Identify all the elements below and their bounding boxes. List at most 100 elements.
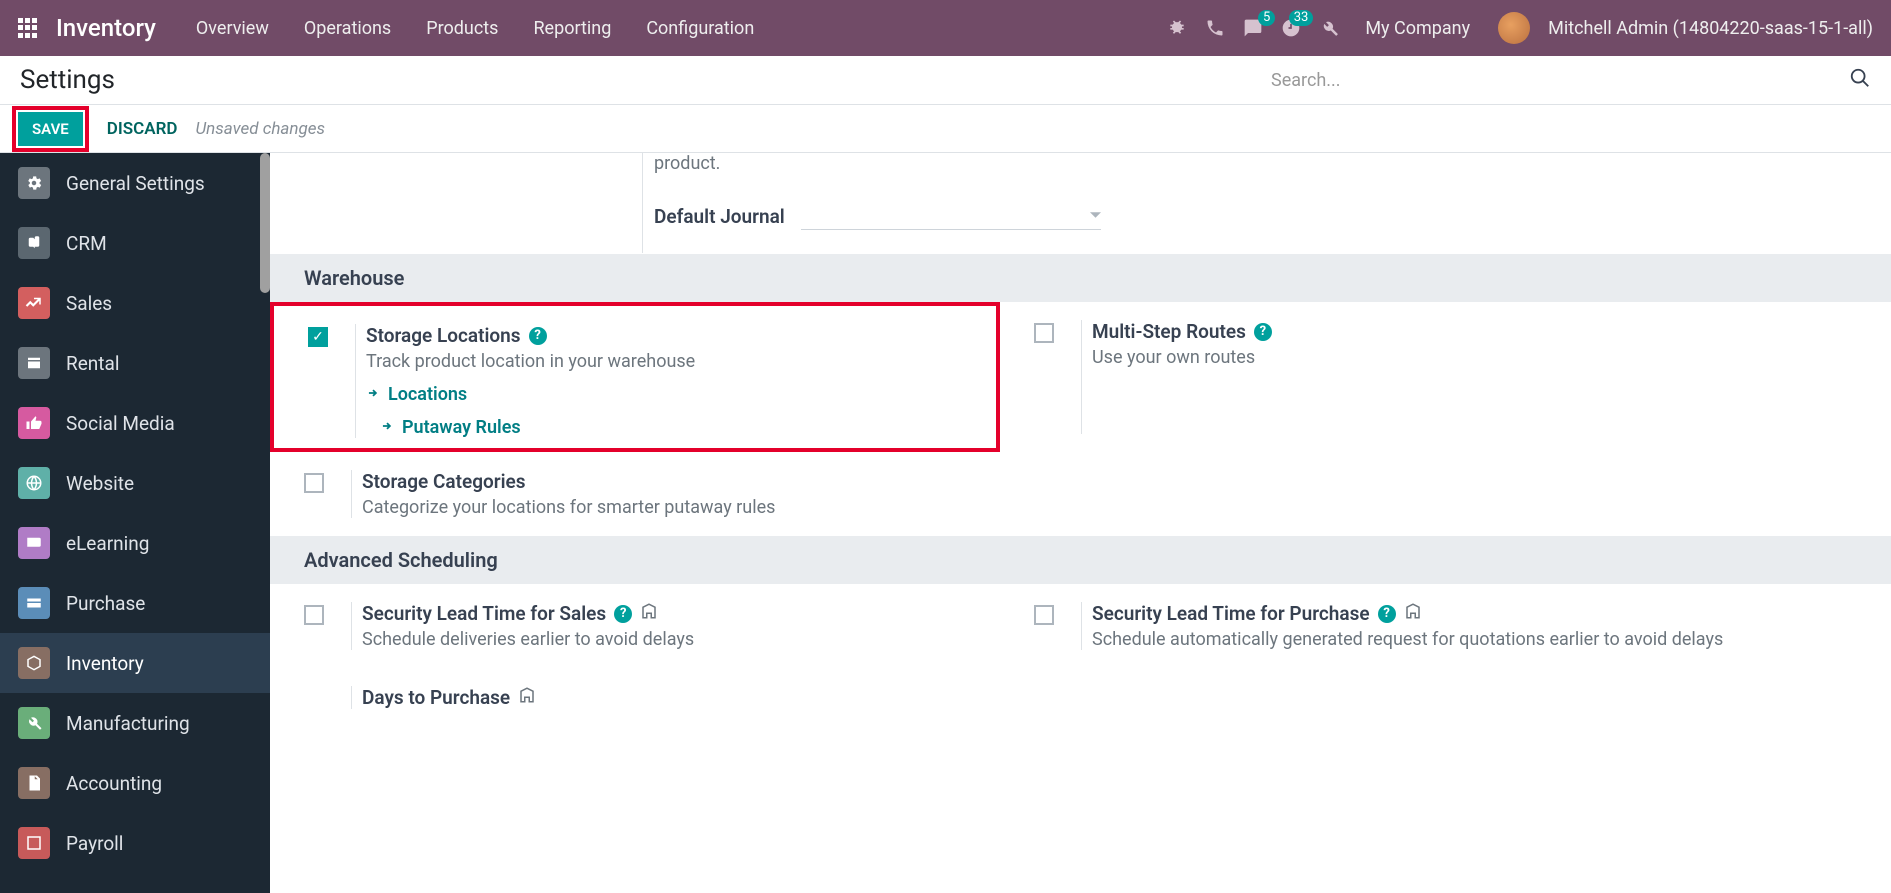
avatar[interactable] [1498,12,1530,44]
settings-sidebar: ▲ General Settings CRM Sales Rental Soci… [0,153,270,893]
setting-days-to-purchase: Days to Purchase [270,668,1000,727]
activities-badge: 33 [1289,10,1314,26]
sidebar-item-purchase[interactable]: Purchase [0,573,270,633]
sidebar-item-label: Website [66,472,134,495]
sidebar-item-inventory[interactable]: Inventory [0,633,270,693]
sidebar-item-manufacturing[interactable]: Manufacturing [0,693,270,753]
sidebar-item-label: Sales [66,292,112,315]
activities-icon[interactable]: 33 [1281,18,1301,38]
nav-products[interactable]: Products [426,18,498,39]
setting-multi-step-routes: Multi-Step Routes? Use your own routes [1000,302,1730,452]
sidebar-item-label: Rental [66,352,119,375]
setting-title: Days to Purchase [362,686,510,709]
help-icon[interactable]: ? [1378,605,1396,623]
setting-title: Security Lead Time for Sales [362,602,606,625]
adv-grid: Security Lead Time for Sales? Schedule d… [270,584,1891,727]
storage-locations-checkbox[interactable] [308,327,328,347]
sidebar-item-sales[interactable]: Sales [0,273,270,333]
title-row: Settings [0,56,1891,104]
help-icon[interactable]: ? [1254,323,1272,341]
sidebar-item-website[interactable]: Website [0,453,270,513]
divider [642,153,643,253]
pre-text: product. [654,153,1891,174]
search-icon[interactable] [1849,67,1871,93]
tools-icon[interactable] [1319,18,1339,38]
sidebar-item-crm[interactable]: CRM [0,213,270,273]
warehouse-grid: Storage Locations? Track product locatio… [270,302,1891,536]
user-menu[interactable]: Mitchell Admin (14804220-saas-15-1-all) [1548,18,1873,39]
setting-desc: Track product location in your warehouse [366,351,996,372]
action-bar: SAVE DISCARD Unsaved changes [0,104,1891,152]
body: ▲ General Settings CRM Sales Rental Soci… [0,152,1891,893]
sidebar-item-label: Manufacturing [66,712,190,735]
sidebar-item-accounting[interactable]: $ Accounting [0,753,270,813]
slt-sales-checkbox[interactable] [304,605,324,625]
company-selector[interactable]: My Company [1365,18,1470,39]
setting-slt-sales: Security Lead Time for Sales? Schedule d… [270,584,1000,668]
locations-link[interactable]: Locations [366,384,996,405]
bug-icon[interactable] [1167,18,1187,38]
nav-operations[interactable]: Operations [304,18,391,39]
nav-right: 5 33 My Company Mitchell Admin (14804220… [1167,12,1873,44]
default-journal-dropdown[interactable] [801,202,1101,230]
sidebar-item-label: Inventory [66,652,144,675]
building-icon [640,602,658,625]
top-navbar: Inventory Overview Operations Products R… [0,0,1891,56]
setting-title: Multi-Step Routes [1092,320,1246,343]
sidebar-item-rental[interactable]: Rental [0,333,270,393]
nav-overview[interactable]: Overview [196,18,269,39]
setting-slt-purchase: Security Lead Time for Purchase? Schedul… [1000,584,1730,668]
save-highlight: SAVE [12,106,89,152]
pre-section: product. Default Journal [270,153,1891,254]
setting-desc: Use your own routes [1092,347,1730,368]
sidebar-item-elearning[interactable]: eLearning [0,513,270,573]
settings-content[interactable]: product. Default Journal Warehouse Stora… [270,153,1891,893]
app-brand[interactable]: Inventory [56,14,156,42]
sidebar-item-label: Payroll [66,832,123,855]
sidebar-item-general[interactable]: General Settings [0,153,270,213]
setting-title: Security Lead Time for Purchase [1092,602,1370,625]
sidebar-item-label: Social Media [66,412,175,435]
svg-text:$: $ [33,781,37,789]
setting-title: Storage Categories [362,470,526,493]
default-journal-label: Default Journal [654,205,785,228]
section-advanced-scheduling: Advanced Scheduling [270,536,1891,584]
search-input[interactable] [1271,70,1849,91]
nav-configuration[interactable]: Configuration [646,18,754,39]
nav-reporting[interactable]: Reporting [533,18,611,39]
search-wrap [1271,67,1871,93]
multi-step-checkbox[interactable] [1034,323,1054,343]
building-icon [1404,602,1422,625]
messages-icon[interactable]: 5 [1243,18,1263,38]
setting-desc: Schedule automatically generated request… [1092,629,1730,650]
arrow-right-icon [366,384,380,405]
arrow-right-icon [380,417,394,438]
nav-links: Overview Operations Products Reporting C… [196,18,754,39]
setting-storage-locations: Storage Locations? Track product locatio… [270,302,1000,452]
sidebar-item-social[interactable]: Social Media [0,393,270,453]
messages-badge: 5 [1258,10,1275,26]
slt-purchase-checkbox[interactable] [1034,605,1054,625]
setting-title: Storage Locations [366,324,521,347]
phone-icon[interactable] [1205,18,1225,38]
discard-button[interactable]: DISCARD [107,119,178,139]
sidebar-scrollbar[interactable] [260,153,270,293]
storage-categories-checkbox[interactable] [304,473,324,493]
help-icon[interactable]: ? [529,327,547,345]
building-icon [518,686,536,709]
setting-desc: Categorize your locations for smarter pu… [362,497,1000,518]
help-icon[interactable]: ? [614,605,632,623]
unsaved-indicator: Unsaved changes [195,119,325,139]
sidebar-item-label: General Settings [66,172,205,195]
setting-storage-categories: Storage Categories Categorize your locat… [270,452,1000,536]
sidebar-item-label: Purchase [66,592,145,615]
putaway-rules-link[interactable]: Putaway Rules [380,417,996,438]
save-button[interactable]: SAVE [18,112,83,146]
section-warehouse: Warehouse [270,254,1891,302]
apps-icon[interactable] [18,18,38,38]
sidebar-item-label: Accounting [66,772,162,795]
page-title: Settings [20,65,115,95]
sidebar-item-payroll[interactable]: Payroll [0,813,270,873]
setting-desc: Schedule deliveries earlier to avoid del… [362,629,1000,650]
sidebar-item-label: CRM [66,232,107,255]
